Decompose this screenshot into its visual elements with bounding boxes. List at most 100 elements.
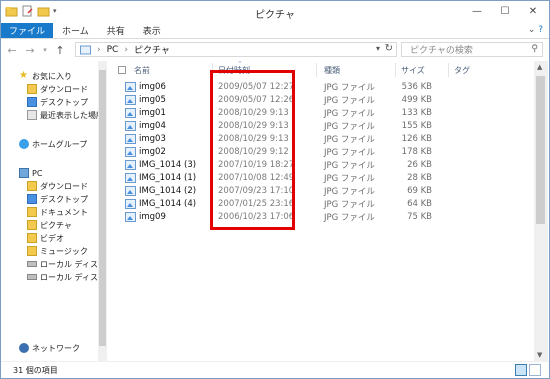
sidebar-item-desktop[interactable]: デスクトップ <box>27 96 88 108</box>
image-file-icon <box>125 146 136 157</box>
image-file-icon <box>125 172 136 183</box>
column-header-type[interactable]: 種類 <box>324 61 340 79</box>
sidebar-item-pictures[interactable]: ピクチャ <box>27 219 72 231</box>
search-icon[interactable]: ⚲ <box>531 44 538 54</box>
file-size: 126 KB <box>401 133 432 144</box>
recent-locations-chevron-icon[interactable]: ▾ <box>41 43 49 57</box>
tab-view[interactable]: 表示 <box>134 23 170 38</box>
ribbon-tabs: ファイル ホーム 共有 表示 ⌄ ? <box>1 23 549 39</box>
file-size: 178 KB <box>401 146 432 157</box>
forward-button[interactable]: → <box>23 43 37 57</box>
file-row[interactable]: img01 2008/10/29 9:13 JPG ファイル 133 KB <box>125 106 505 119</box>
minimize-button[interactable]: — <box>463 1 491 21</box>
back-button[interactable]: ← <box>5 43 19 57</box>
tab-share[interactable]: 共有 <box>98 23 134 38</box>
image-file-icon <box>125 185 136 196</box>
address-bar[interactable]: › PC › ピクチャ ▾ ↻ <box>75 42 397 57</box>
sidebar-item-pc-desktop[interactable]: デスクトップ <box>27 193 88 205</box>
image-file-icon <box>125 81 136 92</box>
column-header-name[interactable]: 名前 <box>134 61 150 79</box>
sidebar-item-recent-places[interactable]: 最近表示した場所 <box>27 109 107 121</box>
file-size: 26 KB <box>407 159 432 170</box>
file-row[interactable]: img05 2009/05/07 12:26 JPG ファイル 499 KB <box>125 93 505 106</box>
file-type: JPG ファイル <box>324 212 375 223</box>
sidebar-scrollbar-thumb[interactable] <box>99 70 106 346</box>
scroll-up-arrow-icon[interactable]: ▲ <box>537 63 542 71</box>
help-icon[interactable]: ⌄ ? <box>528 25 543 35</box>
file-size: 499 KB <box>401 94 432 105</box>
sidebar-item-local-disk-c[interactable]: ローカル ディスク (C <box>27 258 97 270</box>
file-name: img02 <box>139 146 166 157</box>
file-row[interactable]: img02 2008/10/29 9:12 JPG ファイル 178 KB <box>125 145 505 158</box>
image-file-icon <box>125 94 136 105</box>
details-view-icon[interactable] <box>515 364 527 376</box>
file-size: 64 KB <box>407 198 432 209</box>
item-count: 31 個の項目 <box>13 365 58 375</box>
sort-ascending-icon: ⌃ <box>237 60 243 68</box>
image-file-icon <box>125 120 136 131</box>
image-file-icon <box>125 133 136 144</box>
local-disk-icon <box>27 274 37 280</box>
tab-file[interactable]: ファイル <box>1 23 54 38</box>
local-disk-icon <box>27 261 37 267</box>
file-name: img01 <box>139 107 166 118</box>
file-row[interactable]: IMG_1014 (4) 2007/01/25 23:16 JPG ファイル 6… <box>125 197 505 210</box>
select-all-checkbox[interactable] <box>118 66 126 74</box>
pictures-folder-icon <box>80 45 91 54</box>
file-size: 133 KB <box>401 107 432 118</box>
sidebar-item-downloads[interactable]: ダウンロード <box>27 83 88 95</box>
refresh-icon[interactable]: ↻ <box>385 43 393 54</box>
close-button[interactable]: ✕ <box>519 1 547 21</box>
file-type: JPG ファイル <box>324 173 375 184</box>
file-name-cell: IMG_1014 (4) <box>125 198 196 209</box>
file-name-cell: IMG_1014 (2) <box>125 185 196 196</box>
file-list-scrollbar[interactable]: ▲ ▼ <box>534 61 548 361</box>
large-icons-view-icon[interactable] <box>529 364 541 376</box>
select-all-checkbox-cell[interactable] <box>118 61 126 79</box>
desktop-folder-icon <box>27 194 37 204</box>
column-header-size[interactable]: サイズ <box>401 61 425 79</box>
scroll-down-arrow-icon[interactable]: ▼ <box>537 351 542 359</box>
network-icon <box>19 343 29 353</box>
desktop-folder-icon <box>27 97 37 107</box>
sidebar-item-local-disk-d[interactable]: ローカル ディスク (D <box>27 271 97 283</box>
breadcrumb-pc[interactable]: PC <box>107 45 119 55</box>
maximize-button[interactable]: ☐ <box>491 1 519 21</box>
file-type: JPG ファイル <box>324 121 375 132</box>
search-input[interactable]: ピクチャの検索 ⚲ <box>401 42 543 57</box>
download-folder-icon <box>27 181 37 191</box>
tab-home[interactable]: ホーム <box>53 23 98 38</box>
address-dropdown-icon[interactable]: ▾ <box>376 44 380 53</box>
file-row[interactable]: img09 2006/10/23 17:06 JPG ファイル 75 KB <box>125 210 505 223</box>
file-row[interactable]: IMG_1014 (3) 2007/10/19 18:27 JPG ファイル 2… <box>125 158 505 171</box>
sidebar-item-favorites[interactable]: ★ お気に入り <box>19 70 72 82</box>
sidebar-item-music[interactable]: ミュージック <box>27 245 88 257</box>
sidebar-item-homegroup[interactable]: ホームグループ <box>19 138 87 150</box>
breadcrumb-pictures[interactable]: ピクチャ <box>134 43 170 56</box>
file-type: JPG ファイル <box>324 95 375 106</box>
explorer-window: ▾ ピクチャ — ☐ ✕ ファイル ホーム 共有 表示 ⌄ ? ← → ▾ ↑ … <box>0 0 550 379</box>
sidebar-item-pc[interactable]: PC <box>19 167 42 179</box>
file-size: 155 KB <box>401 120 432 131</box>
file-row[interactable]: img06 2009/05/07 12:27 JPG ファイル 536 KB <box>125 80 505 93</box>
file-size: 28 KB <box>407 172 432 183</box>
column-header-tags[interactable]: タグ <box>454 61 470 79</box>
file-name-cell: img09 <box>125 211 166 222</box>
file-row[interactable]: IMG_1014 (1) 2007/10/08 12:49 JPG ファイル 2… <box>125 171 505 184</box>
file-row[interactable]: IMG_1014 (2) 2007/09/23 17:10 JPG ファイル 6… <box>125 184 505 197</box>
sidebar-item-videos[interactable]: ビデオ <box>27 232 64 244</box>
music-folder-icon <box>27 246 37 256</box>
sidebar-item-pc-downloads[interactable]: ダウンロード <box>27 180 88 192</box>
file-list-scrollbar-thumb[interactable] <box>536 76 545 224</box>
file-type: JPG ファイル <box>324 82 375 93</box>
sidebar-scrollbar[interactable] <box>98 61 107 361</box>
file-name: IMG_1014 (3) <box>139 159 197 170</box>
recent-places-icon <box>27 110 37 120</box>
sidebar-item-network[interactable]: ネットワーク <box>19 342 80 354</box>
up-button[interactable]: ↑ <box>53 43 67 57</box>
image-file-icon <box>125 107 136 118</box>
file-name-cell: img05 <box>125 94 166 105</box>
file-row[interactable]: img04 2008/10/29 9:13 JPG ファイル 155 KB <box>125 119 505 132</box>
file-row[interactable]: img03 2008/10/29 9:13 JPG ファイル 126 KB <box>125 132 505 145</box>
sidebar-item-documents[interactable]: ドキュメント <box>27 206 88 218</box>
